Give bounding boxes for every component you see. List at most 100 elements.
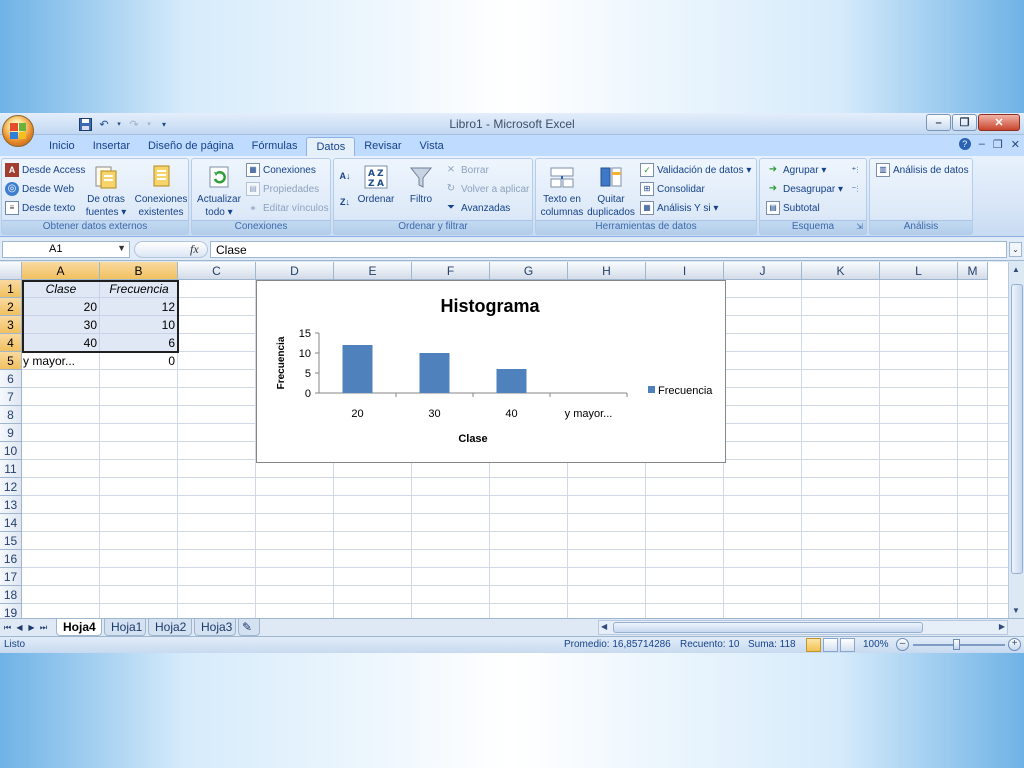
- existing-connections-button[interactable]: Conexiones existentes: [132, 163, 190, 219]
- office-button[interactable]: [2, 115, 34, 147]
- scroll-up-icon[interactable]: ▲: [1012, 265, 1020, 274]
- formula-input[interactable]: Clase: [210, 241, 1007, 258]
- clear-filter-button[interactable]: ⨯ Borrar: [444, 163, 489, 177]
- column-header-m[interactable]: M: [958, 262, 988, 280]
- row-header-7[interactable]: 7: [0, 388, 22, 406]
- tab-frmulas[interactable]: Fórmulas: [243, 137, 307, 156]
- table-cell[interactable]: 40: [22, 334, 100, 352]
- workbook-restore-icon[interactable]: ❐: [993, 138, 1003, 151]
- other-sources-button[interactable]: De otras fuentes ▾: [84, 163, 128, 219]
- what-if-button[interactable]: ▦ Análisis Y si ▾: [640, 201, 718, 215]
- zoom-slider-thumb[interactable]: [953, 639, 960, 650]
- horizontal-scroll-thumb[interactable]: [613, 622, 923, 633]
- table-cell[interactable]: 30: [22, 316, 100, 334]
- dialog-launcher-icon[interactable]: ⇲: [856, 222, 863, 231]
- sheet-tab-hoja3[interactable]: Hoja3: [194, 619, 236, 636]
- tab-vista[interactable]: Vista: [411, 137, 453, 156]
- subtotal-button[interactable]: ▤ Subtotal: [766, 201, 820, 215]
- scroll-down-icon[interactable]: ▼: [1012, 606, 1020, 615]
- row-header-5[interactable]: 5: [0, 352, 22, 370]
- column-header-d[interactable]: D: [256, 262, 334, 280]
- tab-insertar[interactable]: Insertar: [84, 137, 139, 156]
- last-sheet-icon[interactable]: ⏭: [38, 621, 49, 634]
- data-analysis-button[interactable]: ▥ Análisis de datos: [876, 163, 969, 177]
- zoom-out-icon[interactable]: –: [896, 638, 909, 651]
- column-header-h[interactable]: H: [568, 262, 646, 280]
- table-cell[interactable]: 12: [100, 298, 178, 316]
- row-header-15[interactable]: 15: [0, 532, 22, 550]
- column-header-g[interactable]: G: [490, 262, 568, 280]
- restore-button[interactable]: ❐: [952, 114, 977, 131]
- column-header-k[interactable]: K: [802, 262, 880, 280]
- row-header-9[interactable]: 9: [0, 424, 22, 442]
- text-to-columns-button[interactable]: Texto en columnas: [538, 163, 586, 219]
- consolidate-button[interactable]: ⊞ Consolidar: [640, 182, 705, 196]
- page-break-view-icon[interactable]: [840, 638, 855, 652]
- horizontal-scrollbar[interactable]: ◀ ▶: [598, 620, 1008, 635]
- remove-duplicates-button[interactable]: Quitar duplicados: [586, 163, 636, 219]
- column-header-l[interactable]: L: [880, 262, 958, 280]
- sort-asc-button[interactable]: A↓: [338, 169, 352, 183]
- zoom-in-icon[interactable]: +: [1008, 638, 1021, 651]
- table-cell[interactable]: 10: [100, 316, 178, 334]
- table-cell[interactable]: 0: [100, 352, 178, 370]
- column-header-b[interactable]: B: [100, 262, 178, 280]
- row-header-18[interactable]: 18: [0, 586, 22, 604]
- from-access-button[interactable]: A Desde Access: [5, 163, 85, 177]
- scroll-left-icon[interactable]: ◀: [601, 622, 607, 631]
- edit-links-button[interactable]: ⚭ Editar vínculos: [246, 201, 328, 215]
- table-cell[interactable]: y mayor...: [22, 352, 100, 370]
- ungroup-button[interactable]: ➜ Desagrupar ▾: [766, 182, 843, 196]
- vertical-scrollbar[interactable]: ▲ ▼: [1008, 262, 1024, 618]
- column-header-a[interactable]: A: [22, 262, 100, 280]
- row-header-2[interactable]: 2: [0, 298, 22, 316]
- insert-sheet-icon[interactable]: ✎: [238, 619, 260, 636]
- table-cell[interactable]: 20: [22, 298, 100, 316]
- from-web-button[interactable]: ◎ Desde Web: [5, 182, 74, 196]
- prev-sheet-icon[interactable]: ◀: [14, 621, 25, 634]
- row-header-17[interactable]: 17: [0, 568, 22, 586]
- group-button[interactable]: ➜ Agrupar ▾: [766, 163, 827, 177]
- row-header-19[interactable]: 19: [0, 604, 22, 618]
- from-text-button[interactable]: ≡ Desde texto: [5, 201, 75, 215]
- workbook-minimize-icon[interactable]: –: [979, 138, 985, 151]
- scroll-right-icon[interactable]: ▶: [999, 622, 1005, 631]
- column-header-c[interactable]: C: [178, 262, 256, 280]
- histogram-chart[interactable]: Histograma 0 5 10 15 Frecuencia 20 30 40 y mayor.…: [256, 280, 726, 463]
- next-sheet-icon[interactable]: ▶: [26, 621, 37, 634]
- show-detail-button[interactable]: ⁺⫶: [848, 163, 862, 177]
- help-icon[interactable]: ?: [958, 138, 971, 150]
- row-header-11[interactable]: 11: [0, 460, 22, 478]
- page-layout-view-icon[interactable]: [823, 638, 838, 652]
- insert-function-icon[interactable]: fx: [190, 242, 199, 257]
- data-validation-button[interactable]: ✓ Validación de datos ▾: [640, 163, 751, 177]
- advanced-filter-button[interactable]: ⏷ Avanzadas: [444, 201, 510, 215]
- hide-detail-button[interactable]: ⁻⫶: [848, 182, 862, 196]
- row-header-16[interactable]: 16: [0, 550, 22, 568]
- tab-revisar[interactable]: Revisar: [355, 137, 410, 156]
- vertical-scroll-thumb[interactable]: [1011, 284, 1023, 574]
- sort-button[interactable]: AZZA Ordenar: [356, 163, 396, 206]
- properties-button[interactable]: ▤ Propiedades: [246, 182, 319, 196]
- reapply-button[interactable]: ↻ Volver a aplicar: [444, 182, 530, 196]
- header-cell[interactable]: Clase: [22, 280, 100, 298]
- select-all-corner[interactable]: [0, 262, 22, 280]
- close-button[interactable]: ✕: [978, 114, 1020, 131]
- sheet-tab-hoja1[interactable]: Hoja1: [104, 619, 146, 636]
- column-header-i[interactable]: I: [646, 262, 724, 280]
- row-header-10[interactable]: 10: [0, 442, 22, 460]
- row-header-14[interactable]: 14: [0, 514, 22, 532]
- row-header-13[interactable]: 13: [0, 496, 22, 514]
- column-header-j[interactable]: J: [724, 262, 802, 280]
- first-sheet-icon[interactable]: ⏮: [2, 621, 13, 634]
- header-cell[interactable]: Frecuencia: [100, 280, 178, 298]
- column-header-e[interactable]: E: [334, 262, 412, 280]
- table-cell[interactable]: 6: [100, 334, 178, 352]
- normal-view-icon[interactable]: [806, 638, 821, 652]
- row-header-4[interactable]: 4: [0, 334, 22, 352]
- zoom-level[interactable]: 100%: [863, 639, 889, 650]
- column-header-f[interactable]: F: [412, 262, 490, 280]
- sort-desc-button[interactable]: Z↓: [338, 195, 352, 209]
- filter-button[interactable]: Filtro: [402, 163, 440, 206]
- name-box[interactable]: A1 ▼: [2, 241, 130, 258]
